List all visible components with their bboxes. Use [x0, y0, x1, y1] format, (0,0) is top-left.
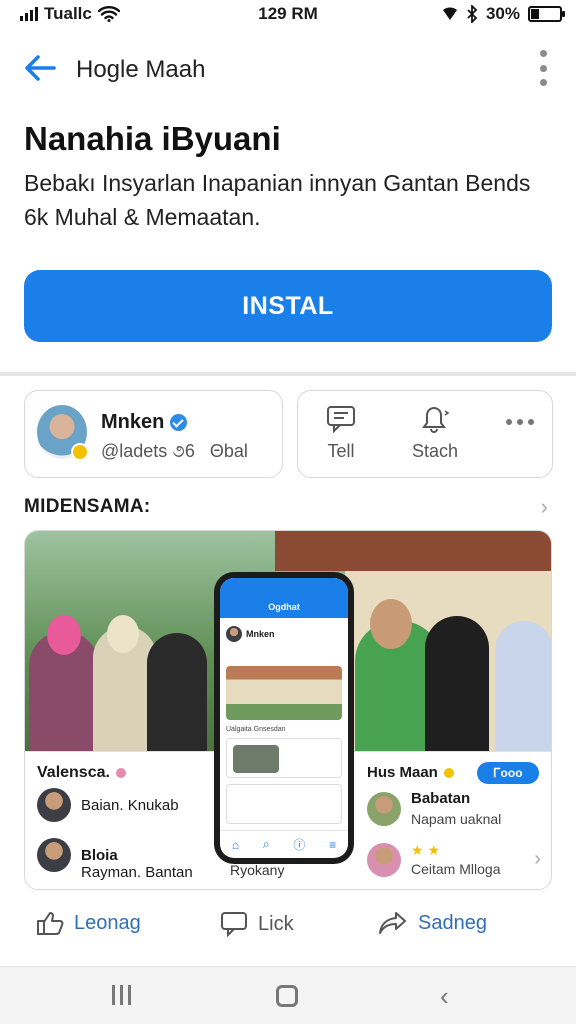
comment-label: Lick	[258, 912, 294, 935]
avatar	[367, 842, 401, 877]
recents-icon[interactable]	[112, 985, 131, 1005]
developer-name: Mnken	[101, 411, 165, 433]
hero-right-panel: Hus Maan Ꮁooo Babatan Napam uaknal ★ ★ C…	[355, 751, 551, 889]
phone-caption: Ualgaita Gnsesdan	[226, 726, 286, 733]
bell-icon	[422, 407, 450, 433]
app-bar-title: Hogle Maah	[76, 56, 206, 83]
back-arrow-icon[interactable]	[20, 48, 60, 88]
phone-label: Ryokany	[230, 862, 285, 878]
home-icon[interactable]	[276, 985, 298, 1007]
comment-icon	[221, 912, 247, 938]
phone-image	[226, 666, 342, 720]
bluetooth-icon	[467, 5, 478, 23]
developer-handle-row: @ladets ૭6 Θbal	[101, 441, 248, 462]
pill-button[interactable]: Ꮁooo	[477, 762, 539, 784]
menu-icon: ≡	[329, 837, 337, 852]
phone-profile-name: Mnken	[246, 629, 275, 639]
phone-screen: Ogdhat Mnken Ualgaita Gnsesdan ⌂ ⌕ ⓘ ≡	[220, 578, 348, 858]
status-bar: Tuallc 129 RM 30%	[0, 0, 576, 28]
avatar	[37, 788, 71, 822]
share-button[interactable]: Sadneg	[378, 910, 487, 936]
app-name: Nanahia iByuani	[24, 120, 281, 157]
bottom-actions: Leonag Lick Sadneg	[0, 900, 576, 950]
stach-button[interactable]: Stach	[412, 405, 458, 462]
dot-icon	[443, 767, 454, 778]
list-item-label: Ceitam Mlloga	[411, 861, 501, 877]
share-icon	[379, 912, 406, 934]
avatar	[226, 626, 242, 642]
phone-card	[226, 738, 342, 778]
developer-card[interactable]: Mnken @ladets ૭6 Θbal	[24, 390, 283, 478]
avatar	[37, 405, 89, 461]
comment-button[interactable]: Lick	[220, 910, 294, 938]
list-item-label: Rayman. Bantan	[81, 864, 193, 881]
install-button[interactable]: INSTAL	[24, 270, 552, 342]
divider	[0, 372, 576, 376]
list-item-label: Baian. Knukab	[81, 796, 179, 814]
back-icon[interactable]: ‹	[440, 981, 449, 1012]
verified-icon	[170, 414, 188, 431]
phone-profile: Mnken	[226, 626, 275, 642]
left-panel-title-row: Valensca.	[37, 764, 126, 782]
tell-label: Tell	[327, 441, 355, 461]
battery-icon	[528, 6, 565, 22]
chevron-right-icon[interactable]: ›	[541, 494, 548, 520]
actions-card: Tell Stach	[297, 390, 553, 478]
right-panel-title: Hus Maan	[367, 764, 438, 781]
phone-card	[226, 784, 342, 824]
like-button[interactable]: Leonag	[36, 910, 141, 936]
chevron-right-icon[interactable]: ›	[534, 848, 541, 871]
list-item: Rayman. Bantan	[81, 864, 193, 881]
avatar	[37, 838, 71, 872]
battery-percent: 30%	[485, 4, 520, 23]
home-icon: ⌂	[231, 837, 240, 852]
search-icon: ⌕	[262, 837, 270, 851]
app-bar: Hogle Maah	[0, 40, 576, 96]
list-item[interactable]: ★ ★ Ceitam Mlloga	[367, 842, 500, 877]
developer-name-row: Mnken	[101, 411, 188, 434]
thumbs-up-icon	[37, 912, 64, 935]
left-panel-title: Valensca.	[37, 764, 110, 781]
dot-icon	[115, 768, 126, 778]
phone-mockup: Ogdhat Mnken Ualgaita Gnsesdan ⌂ ⌕ ⓘ ≡	[214, 572, 354, 864]
phone-header: Ogdhat	[220, 578, 348, 618]
section-title: MIDENSAMA:	[24, 496, 151, 517]
stach-label: Stach	[412, 441, 459, 461]
like-label: Leonag	[74, 911, 141, 934]
share-label: Sadneg	[418, 911, 487, 934]
more-icon[interactable]	[506, 419, 534, 425]
developer-handle-extra: Θbal	[209, 441, 248, 461]
list-item[interactable]: Babatan Napam uaknal	[367, 790, 501, 827]
phone-nav: ⌂ ⌕ ⓘ ≡	[220, 830, 348, 858]
avatar	[367, 791, 401, 826]
list-item[interactable]: Baian. Knukab	[37, 788, 179, 822]
more-options-icon[interactable]	[538, 50, 548, 86]
message-icon	[327, 406, 355, 433]
app-description: Bebakı Insyarlan Inapanian innyan Gantan…	[24, 170, 531, 230]
system-nav-bar: ‹	[0, 966, 576, 1024]
info-icon: ⓘ	[293, 838, 306, 852]
coin-badge-icon	[71, 443, 89, 461]
list-item-title: Babatan	[411, 790, 471, 807]
star-icon: ★ ★	[411, 842, 440, 858]
list-item-subtitle: Napam uaknal	[411, 811, 502, 827]
phone-title: Ogdhat	[268, 602, 300, 612]
tell-button[interactable]: Tell	[326, 405, 356, 462]
right-panel-title-row: Hus Maan	[367, 764, 454, 781]
developer-handle: @ladets ૭6	[101, 441, 195, 461]
list-item-label: Bloia	[81, 846, 118, 864]
location-icon	[442, 7, 457, 21]
